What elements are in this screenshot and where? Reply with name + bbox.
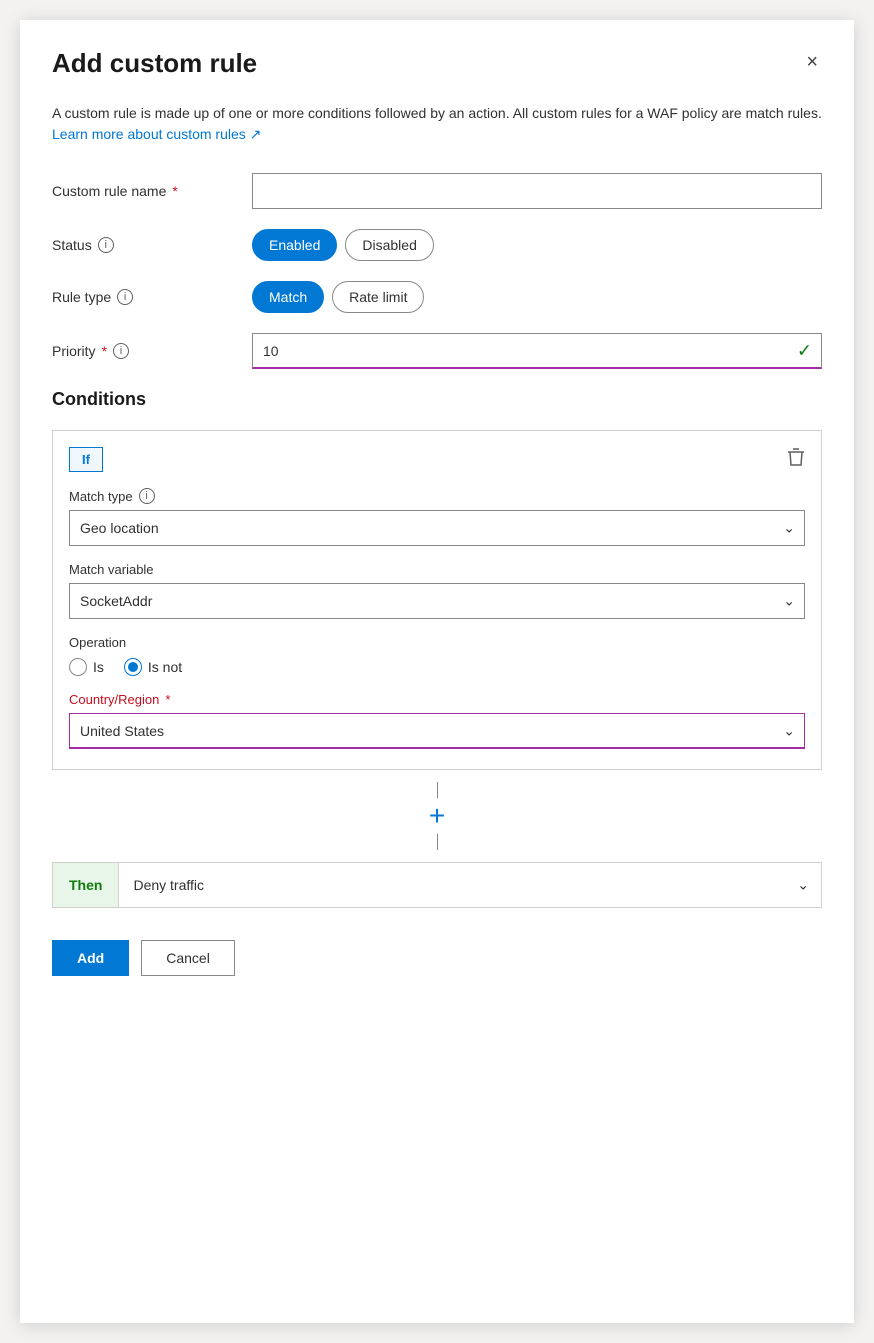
add-custom-rule-dialog: Add custom rule × A custom rule is made … xyxy=(20,20,854,1323)
status-info-icon[interactable]: i xyxy=(98,237,114,253)
custom-rule-name-row: Custom rule name * xyxy=(52,173,822,209)
connector-line-top xyxy=(437,782,438,798)
priority-input[interactable] xyxy=(252,333,822,369)
priority-input-wrap: ✓ xyxy=(252,333,822,369)
priority-row: Priority * i ✓ xyxy=(52,333,822,369)
external-link-icon: ↗ xyxy=(250,126,262,142)
add-condition-button[interactable]: + xyxy=(425,798,449,834)
match-type-select-wrap: Geo location IP address Request header R… xyxy=(69,510,805,546)
match-type-select[interactable]: Geo location IP address Request header R… xyxy=(69,510,805,546)
then-badge: Then xyxy=(53,863,119,907)
delete-condition-button[interactable] xyxy=(787,447,805,472)
operation-is-not-radio[interactable]: Is not xyxy=(124,658,182,676)
priority-info-icon[interactable]: i xyxy=(113,343,129,359)
add-condition-section: + xyxy=(52,770,822,862)
description-content: A custom rule is made up of one or more … xyxy=(52,105,822,121)
conditions-section-title: Conditions xyxy=(52,389,822,410)
custom-rule-name-label: Custom rule name * xyxy=(52,183,252,199)
description-text: A custom rule is made up of one or more … xyxy=(52,103,822,145)
country-region-required-label: Country/Region xyxy=(69,692,159,707)
rule-type-toggle-group: Match Rate limit xyxy=(252,281,822,313)
status-enabled-button[interactable]: Enabled xyxy=(252,229,337,261)
rule-type-match-button[interactable]: Match xyxy=(252,281,324,313)
dialog-title: Add custom rule xyxy=(52,48,257,79)
operation-is-not-circle xyxy=(124,658,142,676)
condition-header: If xyxy=(69,447,805,472)
country-region-select[interactable]: United States Canada China Russia xyxy=(69,713,805,749)
operation-is-radio[interactable]: Is xyxy=(69,658,104,676)
custom-rule-name-control xyxy=(252,173,822,209)
if-badge: If xyxy=(69,447,103,472)
priority-control: ✓ xyxy=(252,333,822,369)
match-variable-select-wrap: SocketAddr RemoteAddr ⌄ xyxy=(69,583,805,619)
status-label: Status i xyxy=(52,237,252,253)
priority-required-star: * xyxy=(102,343,107,359)
priority-label: Priority * i xyxy=(52,343,252,359)
operation-is-circle xyxy=(69,658,87,676)
status-disabled-button[interactable]: Disabled xyxy=(345,229,433,261)
learn-more-link[interactable]: Learn more about custom rules ↗ xyxy=(52,126,261,142)
operation-group: Operation Is Is not xyxy=(69,635,805,676)
match-variable-label: Match variable xyxy=(69,562,805,577)
then-select-wrap: Deny traffic Allow traffic Log ⌄ xyxy=(119,863,821,907)
status-toggle-group: Enabled Disabled xyxy=(252,229,822,261)
add-button[interactable]: Add xyxy=(52,940,129,976)
country-region-star: * xyxy=(165,692,170,707)
cancel-button[interactable]: Cancel xyxy=(141,940,235,976)
then-row: Then Deny traffic Allow traffic Log ⌄ xyxy=(52,862,822,908)
country-region-select-wrap: United States Canada China Russia ⌄ xyxy=(69,713,805,749)
match-variable-select[interactable]: SocketAddr RemoteAddr xyxy=(69,583,805,619)
connector-line-bottom xyxy=(437,834,438,850)
operation-label: Operation xyxy=(69,635,805,650)
match-type-label: Match type i xyxy=(69,488,805,504)
match-type-info-icon[interactable]: i xyxy=(139,488,155,504)
country-region-label: Country/Region * xyxy=(69,692,805,707)
dialog-header: Add custom rule × xyxy=(52,48,822,79)
rule-type-label: Rule type i xyxy=(52,289,252,305)
priority-checkmark-icon: ✓ xyxy=(797,341,812,362)
rule-type-row: Rule type i Match Rate limit xyxy=(52,281,822,313)
rule-type-rate-limit-button[interactable]: Rate limit xyxy=(332,281,424,313)
close-button[interactable]: × xyxy=(802,48,822,76)
condition-card: If Match type i Geo location IP address … xyxy=(52,430,822,770)
radio-group: Is Is not xyxy=(69,658,805,676)
rule-type-info-icon[interactable]: i xyxy=(117,289,133,305)
then-action-select[interactable]: Deny traffic Allow traffic Log xyxy=(119,863,821,907)
custom-rule-name-input[interactable] xyxy=(252,173,822,209)
status-row: Status i Enabled Disabled xyxy=(52,229,822,261)
required-star: * xyxy=(172,183,177,199)
bottom-section: Add Cancel xyxy=(52,940,822,976)
